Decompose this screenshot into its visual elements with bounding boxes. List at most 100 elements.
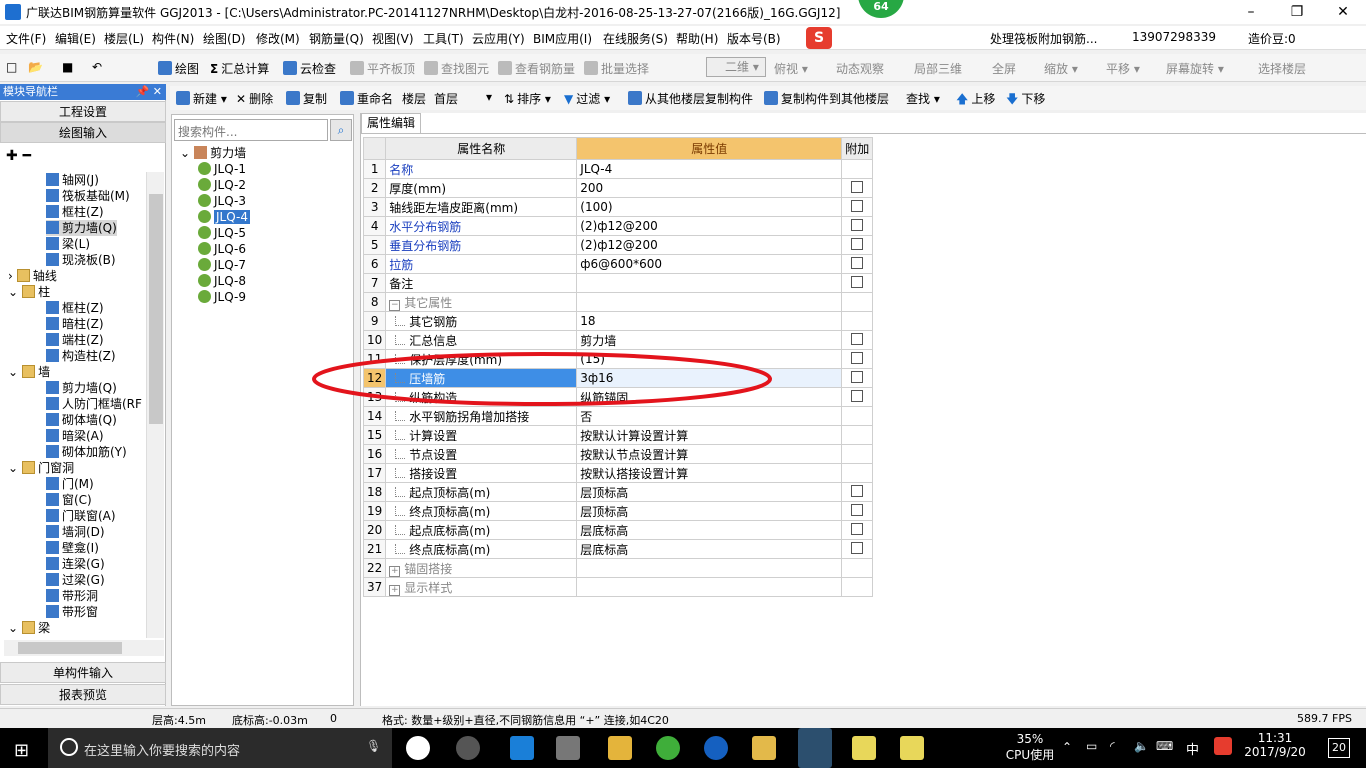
nav-tree-item[interactable]: ⌄ 柱 bbox=[8, 284, 50, 300]
property-value-cell[interactable]: 层顶标高 bbox=[576, 482, 843, 502]
property-value-cell[interactable]: (2)ф12@200 bbox=[576, 216, 843, 236]
property-row[interactable]: 8− 其它属性 bbox=[362, 292, 874, 312]
property-row[interactable]: 16 节点设置 按默认节点设置计算 bbox=[362, 444, 874, 464]
nav-tree-item[interactable]: 门(M) bbox=[46, 476, 94, 492]
property-value-cell[interactable]: 按默认计算设置计算 bbox=[576, 425, 843, 445]
ime-language[interactable]: 中 bbox=[1186, 739, 1199, 758]
close-button[interactable]: ✕ bbox=[1320, 0, 1366, 24]
property-row[interactable]: 1 名称 JLQ-4 bbox=[362, 159, 874, 179]
component-list-item[interactable]: JLQ-7 bbox=[198, 257, 246, 273]
menu-online[interactable]: 在线服务(S) bbox=[603, 30, 668, 47]
extra-checkbox[interactable] bbox=[851, 522, 864, 535]
report-preview-button[interactable]: 报表预览 bbox=[0, 684, 166, 705]
copy-from-floor-button[interactable]: 从其他楼层复制构件 bbox=[628, 90, 753, 107]
tree-root-shearwall[interactable]: ⌄ 剪力墙 bbox=[180, 145, 246, 161]
glodon-g-icon[interactable] bbox=[704, 736, 728, 760]
new-file-icon[interactable]: □ bbox=[6, 60, 17, 74]
chevron-down-icon[interactable]: ⌄ bbox=[8, 461, 18, 475]
chevron-down-icon[interactable]: ⌄ bbox=[8, 621, 18, 635]
component-list-item[interactable]: JLQ-4 bbox=[198, 209, 250, 225]
component-list-item[interactable]: JLQ-6 bbox=[198, 241, 246, 257]
property-value-cell[interactable]: 否 bbox=[576, 406, 843, 426]
menu-tools[interactable]: 工具(T) bbox=[423, 30, 464, 47]
nav-tree-item[interactable]: 带形洞 bbox=[46, 588, 98, 604]
view-mode-dropdown[interactable]: 二维 ▾ bbox=[706, 57, 766, 77]
sum-calc-button[interactable]: Σ 汇总计算 bbox=[210, 60, 269, 77]
rename-button[interactable]: 重命名 bbox=[340, 90, 393, 107]
property-row[interactable]: 14 水平钢筋拐角增加搭接 否 bbox=[362, 406, 874, 426]
component-search-input[interactable]: 搜索构件... bbox=[174, 119, 328, 141]
property-row[interactable]: 7 备注 bbox=[362, 273, 874, 293]
extra-checkbox[interactable] bbox=[851, 351, 864, 364]
sort-button[interactable]: ⇅ 排序 ▾ bbox=[504, 90, 551, 107]
property-row[interactable]: 2 厚度(mm) 200 bbox=[362, 178, 874, 198]
menu-bim[interactable]: BIM应用(I) bbox=[533, 30, 592, 47]
property-row[interactable]: 18 起点顶标高(m) 层顶标高 bbox=[362, 482, 874, 502]
property-row[interactable]: 15 计算设置 按默认计算设置计算 bbox=[362, 425, 874, 445]
tree-scrollbar[interactable] bbox=[146, 172, 164, 638]
chevron-right-icon[interactable]: › bbox=[8, 269, 13, 283]
nav-tree-item[interactable]: 壁龛(I) bbox=[46, 540, 99, 556]
extra-checkbox[interactable] bbox=[851, 256, 864, 269]
store-icon[interactable] bbox=[556, 736, 580, 760]
tab-property-edit[interactable]: 属性编辑 bbox=[361, 113, 421, 133]
edge-browser-icon[interactable] bbox=[510, 736, 534, 760]
move-down-button[interactable]: 🡇 下移 bbox=[1006, 90, 1045, 111]
delete-button[interactable]: ✕ 删除 bbox=[236, 90, 273, 107]
clock[interactable]: 11:31 2017/9/20 bbox=[1244, 731, 1306, 759]
nav-tree-item[interactable]: 人防门框墙(RF bbox=[46, 396, 142, 412]
property-value-cell[interactable] bbox=[576, 577, 843, 597]
nav-tree-item[interactable]: 框柱(Z) bbox=[46, 204, 104, 220]
expand-icon[interactable]: + bbox=[389, 584, 401, 596]
nav-tree-item[interactable]: 框柱(Z) bbox=[46, 300, 104, 316]
nav-tree-item[interactable]: ⌄ 梁 bbox=[8, 620, 50, 636]
component-list-item[interactable]: JLQ-9 bbox=[198, 289, 246, 305]
tray-keyboard-icon[interactable]: ⌨ bbox=[1156, 739, 1173, 753]
extra-checkbox[interactable] bbox=[851, 199, 864, 212]
nav-tree-item[interactable]: 暗柱(Z) bbox=[46, 316, 104, 332]
undo-icon[interactable]: ↶ bbox=[92, 60, 102, 74]
nav-tree-item[interactable]: 梁(L) bbox=[46, 236, 90, 252]
pin-close-icon[interactable]: 📌 ✕ bbox=[136, 84, 162, 100]
property-row[interactable]: 5 垂直分布钢筋 (2)ф12@200 bbox=[362, 235, 874, 255]
copy-button[interactable]: 复制 bbox=[286, 90, 327, 107]
nav-tree-item[interactable]: 带形窗 bbox=[46, 604, 98, 620]
move-up-button[interactable]: 🡅 上移 bbox=[956, 90, 995, 111]
extra-checkbox[interactable] bbox=[851, 180, 864, 193]
new-component-button[interactable]: 新建 ▾ bbox=[176, 90, 227, 107]
zoom-button[interactable]: 缩放 ▾ bbox=[1044, 60, 1078, 77]
taskbar-app-icon-1[interactable] bbox=[406, 736, 430, 760]
component-list-item[interactable]: JLQ-2 bbox=[198, 177, 246, 193]
component-list-item[interactable]: JLQ-5 bbox=[198, 225, 246, 241]
file-explorer-icon[interactable] bbox=[608, 736, 632, 760]
property-value-cell[interactable]: (2)ф12@200 bbox=[576, 235, 843, 255]
floor-dropdown[interactable]: 首层 ▾ bbox=[434, 90, 492, 107]
tree-hscrollbar-thumb[interactable] bbox=[18, 642, 122, 654]
minimize-button[interactable]: – bbox=[1228, 0, 1274, 24]
property-value-cell[interactable]: JLQ-4 bbox=[576, 159, 843, 179]
fullscreen-button[interactable]: 全屏 bbox=[992, 60, 1016, 77]
chevron-down-icon[interactable]: ⌄ bbox=[8, 285, 18, 299]
property-value-cell[interactable]: 按默认搭接设置计算 bbox=[576, 463, 843, 483]
property-row[interactable]: 37 + 显示样式 bbox=[362, 577, 874, 597]
find-button[interactable]: 查找 ▾ bbox=[906, 90, 940, 107]
notice-link[interactable]: 处理筏板附加钢筋... bbox=[990, 30, 1097, 47]
nav-tree-item[interactable]: 墙洞(D) bbox=[46, 524, 105, 540]
menu-view[interactable]: 视图(V) bbox=[372, 30, 414, 47]
tree-hscrollbar[interactable] bbox=[4, 640, 164, 656]
copy-to-floor-button[interactable]: 复制构件到其他楼层 bbox=[764, 90, 889, 107]
save-icon[interactable]: ■ bbox=[62, 60, 73, 74]
view-rebar-qty-button[interactable]: 查看钢筋量 bbox=[498, 60, 575, 77]
nav-tree-item[interactable]: 门联窗(A) bbox=[46, 508, 116, 524]
menu-draw[interactable]: 绘图(D) bbox=[203, 30, 246, 47]
extra-checkbox[interactable] bbox=[851, 370, 864, 383]
tray-wifi-icon[interactable]: ◜ bbox=[1110, 739, 1115, 753]
rotate-screen-button[interactable]: 屏幕旋转 ▾ bbox=[1166, 60, 1224, 77]
menu-modify[interactable]: 修改(M) bbox=[256, 30, 300, 47]
browser-green-icon[interactable] bbox=[656, 736, 680, 760]
user-phone[interactable]: 13907298339 bbox=[1132, 30, 1216, 44]
nav-tree-item[interactable]: 剪力墙(Q) bbox=[46, 220, 117, 236]
extra-checkbox[interactable] bbox=[851, 484, 864, 497]
nav-tree-item[interactable]: 砌体加筋(Y) bbox=[46, 444, 127, 460]
property-value-cell[interactable] bbox=[576, 558, 843, 578]
